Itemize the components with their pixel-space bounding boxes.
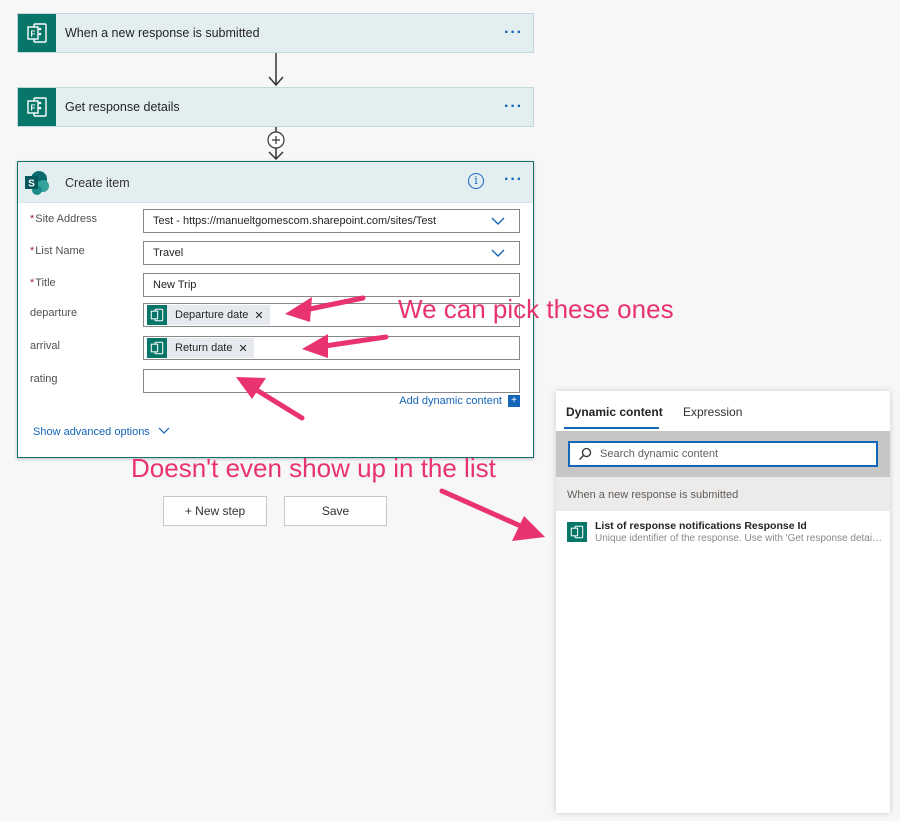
add-icon: + [508,395,520,407]
required-mark: * [30,213,35,225]
annotation-missing: Doesn't even show up in the list [131,453,496,483]
forms-icon [567,522,587,542]
show-advanced-options-link[interactable]: Show advanced options [33,426,170,438]
search-dynamic-content-input[interactable]: Search dynamic content [568,441,878,467]
list-name-dropdown[interactable]: Travel [143,241,520,265]
dynamic-content-item[interactable]: List of response notifications Response … [556,513,890,549]
chevron-down-icon [491,249,505,257]
forms-icon [147,305,167,325]
search-placeholder: Search dynamic content [600,448,719,460]
connector-insert-step[interactable] [265,127,287,161]
rating-input[interactable] [143,369,520,393]
site-address-dropdown[interactable]: Test - https://manueltgomescom.sharepoin… [143,209,520,233]
create-item-more-button[interactable]: ··· [504,171,523,189]
annotation-arrow [439,488,545,541]
required-mark: * [30,277,35,289]
trigger-card[interactable]: F When a new response is submitted ··· [17,13,534,53]
info-icon[interactable]: i [468,173,484,189]
save-button[interactable]: Save [284,496,387,526]
chevron-down-icon [491,217,505,225]
list-name-label: *List Name [30,245,85,257]
svg-text:F: F [31,30,36,39]
connector-arrow [268,53,284,87]
add-dynamic-content-link[interactable]: Add dynamic content + [399,395,520,407]
annotation-pick: We can pick these ones [398,294,674,324]
site-address-label: *Site Address [30,213,97,225]
remove-token-icon[interactable]: ✕ [254,309,263,322]
title-value: New Trip [153,279,197,291]
return-token-label: Return date [175,342,233,354]
add-dynamic-content-label: Add dynamic content [399,395,502,407]
departure-token-label: Departure date [175,309,249,321]
svg-text:F: F [31,104,36,113]
departure-date-token[interactable]: Departure date ✕ [147,305,270,325]
arrival-label: arrival [30,340,60,352]
section-header: When a new response is submitted [556,477,890,511]
trigger-title: When a new response is submitted [65,26,260,40]
svg-text:S: S [28,179,35,190]
section-title: When a new response is submitted [567,489,739,501]
sharepoint-icon: S [25,171,49,195]
get-details-more-button[interactable]: ··· [504,98,523,116]
title-label-text: Title [35,277,56,289]
rating-label: rating [30,373,58,385]
dynamic-item-title: List of response notifications Response … [595,520,807,532]
tab-dynamic-content[interactable]: Dynamic content [566,405,663,419]
forms-icon: F [18,88,56,126]
list-name-label-text: List Name [35,245,85,257]
remove-token-icon[interactable]: ✕ [238,342,247,355]
forms-icon: F [18,14,56,52]
return-date-token[interactable]: Return date ✕ [147,338,254,358]
create-item-title: Create item [65,176,130,190]
dynamic-item-description: Unique identifier of the response. Use w… [595,533,883,544]
dynamic-content-panel: Dynamic content Expression Search dynami… [556,391,890,813]
search-icon [579,447,592,460]
show-advanced-label: Show advanced options [33,426,150,438]
arrival-input[interactable]: Return date ✕ [143,336,520,360]
site-address-value: Test - https://manueltgomescom.sharepoin… [153,215,437,227]
new-step-button[interactable]: + New step [163,496,267,526]
get-response-details-card[interactable]: F Get response details ··· [17,87,534,127]
list-name-value: Travel [153,247,184,259]
departure-label: departure [30,307,78,319]
trigger-more-button[interactable]: ··· [504,24,523,42]
tab-expression[interactable]: Expression [683,405,742,419]
get-response-details-title: Get response details [65,100,180,114]
site-address-label-text: Site Address [35,213,98,225]
search-area: Search dynamic content [556,431,890,477]
required-mark: * [30,245,35,257]
title-label: *Title [30,277,56,289]
forms-icon [147,338,167,358]
active-tab-indicator [564,427,659,429]
chevron-down-icon [158,427,170,434]
create-item-header[interactable]: S Create item i ··· [18,162,533,203]
